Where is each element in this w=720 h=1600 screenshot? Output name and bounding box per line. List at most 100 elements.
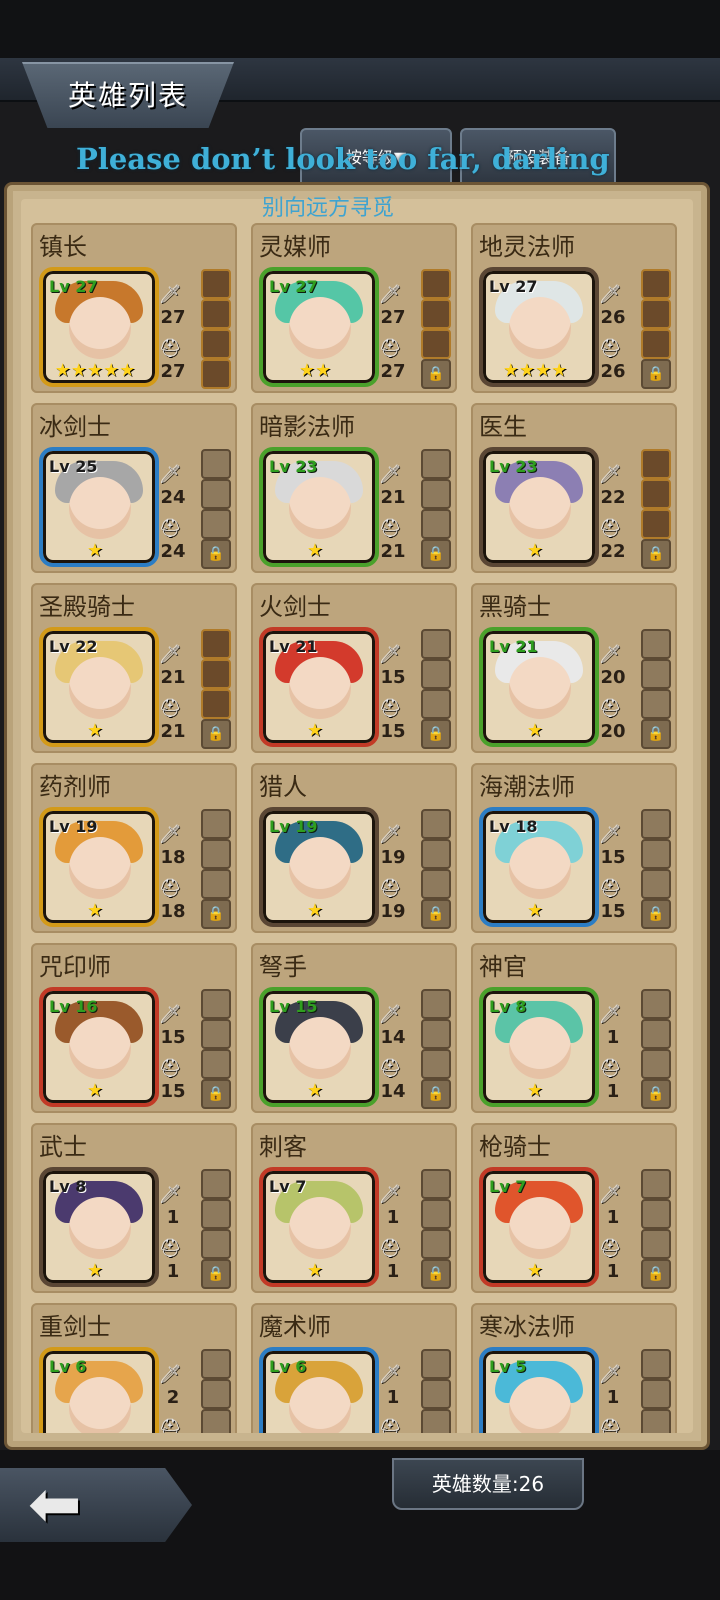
equipment-slot[interactable] [641,1349,671,1379]
lock-icon[interactable]: 🔒 [421,719,451,749]
hero-card[interactable]: 魔术师 Lv 6 🗡 1 ⛑ [251,1303,457,1433]
equipment-slot[interactable] [641,869,671,899]
equipment-slot[interactable] [641,689,671,719]
hero-card[interactable]: 枪骑士 Lv 7 ★ 🗡 1 ⛑ 1 🔒 [471,1123,677,1293]
hero-portrait[interactable]: Lv 27 ★★★★ [479,267,599,387]
equipment-slot[interactable] [641,509,671,539]
equipment-slot[interactable] [421,1169,451,1199]
lock-icon[interactable]: 🔒 [421,1259,451,1289]
hero-card[interactable]: 寒冰法师 Lv 5 🗡 1 ⛑ [471,1303,677,1433]
equipment-slot[interactable] [641,1049,671,1079]
equipment-slot[interactable] [421,509,451,539]
hero-portrait[interactable]: Lv 7 ★ [479,1167,599,1287]
equipment-slot[interactable] [201,449,231,479]
equipment-slot[interactable] [641,299,671,329]
equipment-slot[interactable] [641,629,671,659]
equipment-slot[interactable] [201,1349,231,1379]
hero-card[interactable]: 咒印师 Lv 16 ★ 🗡 15 ⛑ 15 🔒 [31,943,237,1113]
equipment-slot[interactable] [641,1229,671,1259]
equipment-slot[interactable] [421,1349,451,1379]
equipment-slot[interactable] [201,1229,231,1259]
equipment-slot[interactable] [641,839,671,869]
equipment-slot[interactable] [641,989,671,1019]
hero-card[interactable]: 武士 Lv 8 ★ 🗡 1 ⛑ 1 🔒 [31,1123,237,1293]
equipment-slot[interactable] [201,629,231,659]
hero-portrait[interactable]: Lv 19 ★ [39,807,159,927]
hero-portrait[interactable]: Lv 23 ★ [259,447,379,567]
lock-icon[interactable]: 🔒 [641,539,671,569]
hero-card[interactable]: 暗影法师 Lv 23 ★ 🗡 21 ⛑ 21 🔒 [251,403,457,573]
hero-portrait[interactable]: Lv 16 ★ [39,987,159,1107]
hero-card[interactable]: 刺客 Lv 7 ★ 🗡 1 ⛑ 1 🔒 [251,1123,457,1293]
hero-card[interactable]: 地灵法师 Lv 27 ★★★★ 🗡 26 ⛑ 26 🔒 [471,223,677,393]
hero-card[interactable]: 海潮法师 Lv 18 ★ 🗡 15 ⛑ 15 🔒 [471,763,677,933]
equipment-slot[interactable] [201,1199,231,1229]
hero-card[interactable]: 医生 Lv 23 ★ 🗡 22 ⛑ 22 🔒 [471,403,677,573]
lock-icon[interactable]: 🔒 [641,359,671,389]
lock-icon[interactable]: 🔒 [201,539,231,569]
equipment-slot[interactable] [201,659,231,689]
equipment-slot[interactable] [641,1169,671,1199]
hero-portrait[interactable]: Lv 25 ★ [39,447,159,567]
equipment-slot[interactable] [201,1049,231,1079]
hero-card[interactable]: 火剑士 Lv 21 ★ 🗡 15 ⛑ 15 🔒 [251,583,457,753]
equipment-slot[interactable] [641,329,671,359]
lock-icon[interactable]: 🔒 [421,899,451,929]
lock-icon[interactable]: 🔒 [641,1259,671,1289]
hero-card[interactable]: 神官 Lv 8 ★ 🗡 1 ⛑ 1 🔒 [471,943,677,1113]
equipment-slot[interactable] [641,1019,671,1049]
hero-card[interactable]: 重剑士 Lv 6 🗡 2 ⛑ [31,1303,237,1433]
hero-portrait[interactable]: Lv 19 ★ [259,807,379,927]
hero-card[interactable]: 圣殿骑士 Lv 22 ★ 🗡 21 ⛑ 21 🔒 [31,583,237,753]
equipment-slot[interactable] [641,659,671,689]
equipment-slot[interactable] [421,1409,451,1433]
equipment-slot[interactable] [201,839,231,869]
hero-card[interactable]: 弩手 Lv 15 ★ 🗡 14 ⛑ 14 🔒 [251,943,457,1113]
equipment-slot[interactable] [421,449,451,479]
equipment-slot[interactable] [201,1379,231,1409]
lock-icon[interactable]: 🔒 [641,719,671,749]
equipment-slot[interactable] [421,1199,451,1229]
lock-icon[interactable]: 🔒 [201,1079,231,1109]
hero-portrait[interactable]: Lv 15 ★ [259,987,379,1107]
hero-portrait[interactable]: Lv 23 ★ [479,447,599,567]
equipment-slot[interactable] [201,1409,231,1433]
equipment-slot[interactable] [201,329,231,359]
hero-card[interactable]: 冰剑士 Lv 25 ★ 🗡 24 ⛑ 24 🔒 [31,403,237,573]
lock-icon[interactable]: 🔒 [201,1259,231,1289]
hero-portrait[interactable]: Lv 8 ★ [479,987,599,1107]
equipment-slot[interactable] [421,839,451,869]
equipment-slot[interactable] [421,479,451,509]
hero-card[interactable]: 镇长 Lv 27 ★★★★★ 🗡 27 ⛑ 27 [31,223,237,393]
equipment-slot[interactable] [201,809,231,839]
equipment-slot[interactable] [421,299,451,329]
equipment-slot[interactable] [641,1379,671,1409]
hero-card[interactable]: 猎人 Lv 19 ★ 🗡 19 ⛑ 19 🔒 [251,763,457,933]
equipment-slot[interactable] [421,1019,451,1049]
equipment-slot[interactable] [201,509,231,539]
equipment-slot[interactable] [201,269,231,299]
hero-portrait[interactable]: Lv 8 ★ [39,1167,159,1287]
lock-icon[interactable]: 🔒 [201,719,231,749]
lock-icon[interactable]: 🔒 [421,359,451,389]
equipment-slot[interactable] [201,989,231,1019]
equipment-slot[interactable] [201,1169,231,1199]
equipment-slot[interactable] [201,869,231,899]
hero-card[interactable]: 药剂师 Lv 19 ★ 🗡 18 ⛑ 18 🔒 [31,763,237,933]
equipment-slot[interactable] [421,869,451,899]
equipment-slot[interactable] [201,359,231,389]
equipment-slot[interactable] [641,809,671,839]
hero-portrait[interactable]: Lv 18 ★ [479,807,599,927]
hero-card[interactable]: 黑骑士 Lv 21 ★ 🗡 20 ⛑ 20 🔒 [471,583,677,753]
hero-portrait[interactable]: Lv 27 ★★ [259,267,379,387]
equipment-slot[interactable] [421,1379,451,1409]
hero-card[interactable]: 灵媒师 Lv 27 ★★ 🗡 27 ⛑ 27 🔒 [251,223,457,393]
lock-icon[interactable]: 🔒 [641,899,671,929]
equipment-slot[interactable] [421,659,451,689]
equipment-slot[interactable] [641,1409,671,1433]
back-arrow-icon[interactable]: ⬅ [28,1470,82,1540]
equipment-slot[interactable] [641,479,671,509]
equipment-slot[interactable] [641,449,671,479]
equipment-slot[interactable] [641,269,671,299]
lock-icon[interactable]: 🔒 [421,1079,451,1109]
